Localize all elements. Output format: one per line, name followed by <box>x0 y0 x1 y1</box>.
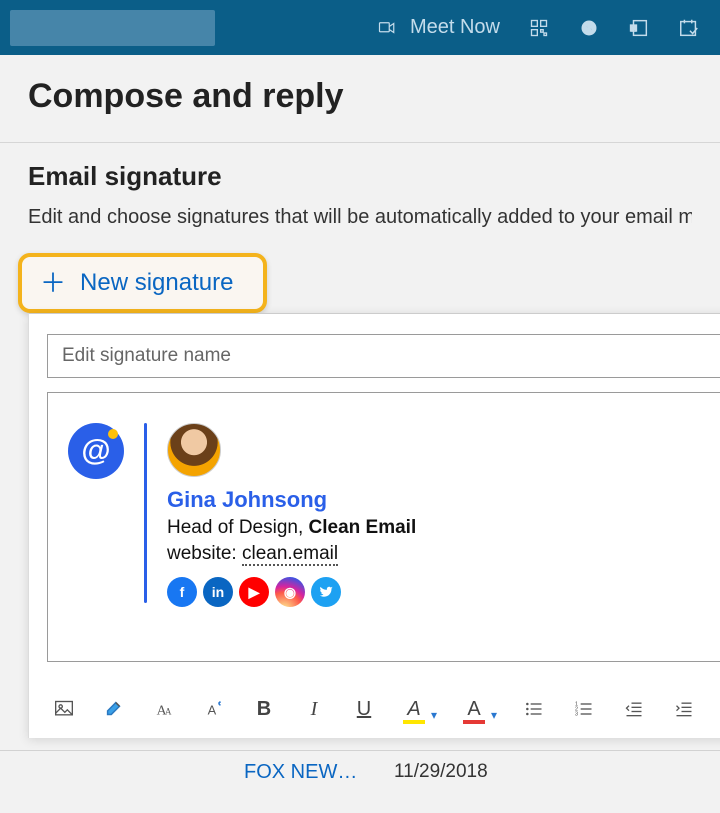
twitter-icon[interactable] <box>311 577 341 607</box>
bold-button[interactable]: B <box>251 696 277 722</box>
onenote-icon[interactable]: N <box>628 17 650 39</box>
svg-text:N: N <box>631 23 636 32</box>
bulleted-list-button[interactable] <box>521 696 547 722</box>
signature-website: website: clean.email <box>167 543 416 565</box>
signature-role: Head of Design, <box>167 517 309 538</box>
video-icon <box>376 17 398 39</box>
qr-icon[interactable] <box>528 17 550 39</box>
social-icons-row: f in ▶ ◉ <box>167 577 416 607</box>
meet-now-button[interactable]: Meet Now <box>376 16 500 39</box>
brand-badge-icon: @ <box>68 423 124 479</box>
facebook-icon[interactable]: f <box>167 577 197 607</box>
skype-icon[interactable]: S <box>578 17 600 39</box>
chevron-down-icon: ▾ <box>431 708 437 722</box>
formatting-toolbar: AA A B I U A ▾ A ▾ 123 <box>29 680 720 738</box>
fontcolor-letter: A <box>467 698 480 721</box>
signature-preview: @ Gina Johnsong Head of Design, Clean Em… <box>68 423 720 607</box>
background-list-row[interactable]: FOX NEWS BREAKING 11/29/2018 <box>0 750 720 813</box>
website-label: website: <box>167 543 242 564</box>
format-painter-button[interactable] <box>101 696 127 722</box>
insert-image-button[interactable] <box>51 696 77 722</box>
highlight-color-button[interactable]: A ▾ <box>401 696 437 722</box>
email-signature-section: Email signature Edit and choose signatur… <box>0 143 720 247</box>
svg-text:A: A <box>208 703 217 718</box>
instagram-icon[interactable]: ◉ <box>275 577 305 607</box>
top-bar: Meet Now S N <box>0 0 720 55</box>
section-heading: Email signature <box>28 161 692 192</box>
signature-editor-panel: @ Gina Johnsong Head of Design, Clean Em… <box>28 313 720 738</box>
page-header: Compose and reply <box>0 55 720 143</box>
font-family-button[interactable]: AA <box>151 696 177 722</box>
new-signature-label: New signature <box>80 269 233 297</box>
decrease-indent-button[interactable] <box>621 696 647 722</box>
search-input[interactable] <box>10 10 215 46</box>
font-color-button[interactable]: A ▾ <box>461 696 497 722</box>
signature-name-input[interactable] <box>47 334 720 378</box>
signature-title: Head of Design, Clean Email <box>167 517 416 539</box>
website-url: clean.email <box>242 543 338 566</box>
page-title: Compose and reply <box>28 77 692 116</box>
section-description: Edit and choose signatures that will be … <box>28 206 692 229</box>
signature-person-name: Gina Johnsong <box>167 487 416 513</box>
youtube-icon[interactable]: ▶ <box>239 577 269 607</box>
chevron-down-icon: ▾ <box>491 708 497 722</box>
meet-now-label: Meet Now <box>410 16 500 39</box>
signature-body-editor[interactable]: @ Gina Johnsong Head of Design, Clean Em… <box>47 392 720 662</box>
highlight-letter: A <box>407 698 420 721</box>
linkedin-icon[interactable]: in <box>203 577 233 607</box>
vertical-divider <box>144 423 147 603</box>
svg-text:3: 3 <box>575 712 578 718</box>
svg-text:S: S <box>586 23 593 34</box>
signature-company: Clean Email <box>309 517 417 538</box>
new-signature-button[interactable]: ＋ New signature <box>18 253 267 313</box>
row-title: FOX NEWS BREAKING <box>244 761 364 784</box>
numbered-list-button[interactable]: 123 <box>571 696 597 722</box>
calendar-check-icon[interactable] <box>678 17 700 39</box>
underline-button[interactable]: U <box>351 696 377 722</box>
topbar-actions: Meet Now S N <box>376 16 710 39</box>
font-size-button[interactable]: A <box>201 696 227 722</box>
avatar <box>167 423 221 477</box>
italic-button[interactable]: I <box>301 696 327 722</box>
increase-indent-button[interactable] <box>671 696 697 722</box>
svg-text:A: A <box>165 707 172 717</box>
row-date: 11/29/2018 <box>394 761 488 783</box>
plus-icon: ＋ <box>40 270 66 296</box>
